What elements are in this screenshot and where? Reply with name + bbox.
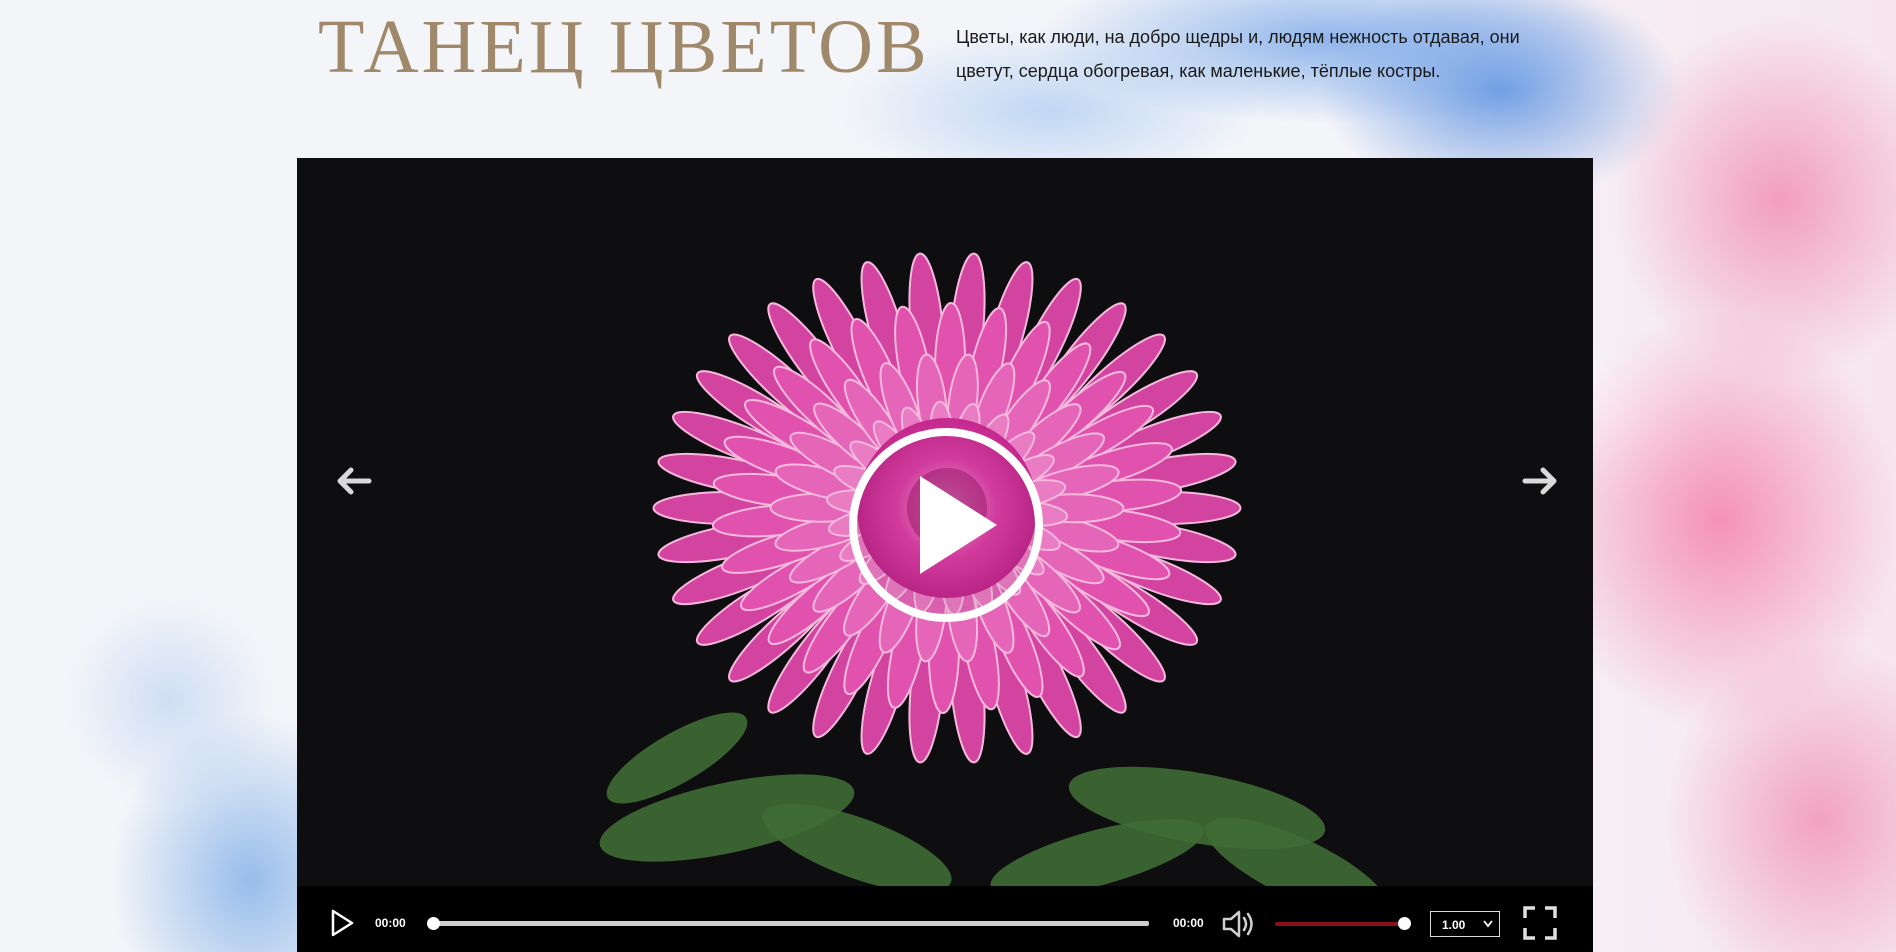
page-title: ТАНЕЦ ЦВЕТОВ xyxy=(318,5,930,89)
player-controls: 00:00 00:00 1.00 xyxy=(297,886,1593,952)
play-button[interactable] xyxy=(327,908,357,938)
page-subtitle: Цветы, как люди, на добро щедры и, людям… xyxy=(956,27,1520,81)
volume-icon xyxy=(1222,910,1253,938)
mute-button[interactable] xyxy=(1221,908,1259,940)
play-icon xyxy=(331,909,354,937)
video-player[interactable]: 00:00 00:00 1.00 xyxy=(297,158,1593,952)
volume-slider[interactable] xyxy=(1275,917,1411,930)
progress-handle[interactable] xyxy=(427,917,440,930)
next-slide-button[interactable] xyxy=(1517,458,1563,504)
fullscreen-button[interactable] xyxy=(1523,906,1557,940)
chevron-down-icon xyxy=(1483,920,1493,928)
big-play-button[interactable] xyxy=(847,426,1045,624)
play-circle-icon xyxy=(849,428,1043,622)
current-time: 00:00 xyxy=(375,916,406,930)
total-time: 00:00 xyxy=(1173,916,1204,930)
playback-speed-select[interactable]: 1.00 xyxy=(1430,911,1500,937)
progress-bar[interactable] xyxy=(427,917,1149,930)
arrow-right-icon xyxy=(1522,467,1557,495)
arrow-left-icon xyxy=(337,467,372,495)
fullscreen-icon xyxy=(1523,906,1557,940)
video-frame[interactable] xyxy=(297,158,1593,886)
volume-handle[interactable] xyxy=(1398,917,1411,930)
playback-speed-value: 1.00 xyxy=(1442,918,1466,932)
previous-slide-button[interactable] xyxy=(331,458,377,504)
